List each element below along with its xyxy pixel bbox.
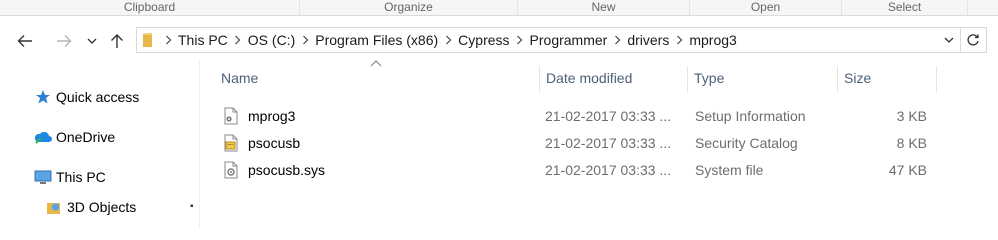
refresh-button[interactable] [960, 27, 987, 53]
file-name: mprog3 [248, 108, 296, 124]
chevron-right-icon[interactable] [669, 28, 689, 52]
arrow-right-icon [57, 35, 72, 47]
file-row[interactable]: mprog3 21-02-2017 03:33 ... Setup Inform… [215, 103, 939, 129]
ribbon-group-clipboard: Clipboard [0, 0, 300, 16]
ribbon-group-new: New [518, 0, 690, 16]
chevron-down-icon [87, 38, 97, 44]
breadcrumb-item-programmer[interactable]: Programmer [530, 32, 608, 48]
arrow-left-icon [17, 35, 32, 47]
computer-icon [33, 167, 53, 187]
ribbon-group-open: Open [690, 0, 842, 16]
file-date-modified: 21-02-2017 03:33 ... [545, 135, 672, 151]
file-size: 3 KB [896, 108, 927, 124]
file-type: Security Catalog [695, 135, 798, 151]
chevron-right-icon[interactable] [228, 28, 248, 52]
folder-icon [142, 32, 156, 48]
file-row[interactable]: psocusb 21-02-2017 03:33 ... Security Ca… [215, 130, 939, 156]
file-date-modified: 21-02-2017 03:33 ... [545, 108, 672, 124]
chevron-right-icon[interactable] [510, 28, 530, 52]
column-header-type[interactable]: Type [688, 66, 838, 92]
file-size: 8 KB [896, 135, 927, 151]
breadcrumb-item-os-c[interactable]: OS (C:) [248, 32, 295, 48]
refresh-icon [967, 34, 979, 46]
chevron-right-icon[interactable] [295, 28, 315, 52]
star-icon [33, 87, 53, 107]
breadcrumb: This PC OS (C:) Program Files (x86) Cypr… [142, 28, 737, 52]
file-type: Setup Information [695, 108, 806, 124]
back-button[interactable] [13, 31, 37, 51]
breadcrumb-item-cypress[interactable]: Cypress [458, 32, 509, 48]
column-header-date-modified[interactable]: Date modified [540, 66, 688, 92]
ribbon-group-select: Select [842, 0, 968, 16]
breadcrumb-item-this-pc[interactable]: This PC [178, 32, 228, 48]
file-date-modified: 21-02-2017 03:33 ... [545, 162, 672, 178]
file-name: psocusb.sys [248, 162, 326, 178]
chevron-right-icon[interactable] [438, 28, 458, 52]
up-button[interactable] [106, 31, 128, 51]
sidebar-item-label: Quick access [56, 89, 140, 105]
breadcrumb-item-mprog3[interactable]: mprog3 [689, 32, 736, 48]
sidebar-item-this-pc[interactable]: This PC [33, 166, 106, 188]
sidebar-item-label: OneDrive [56, 129, 116, 145]
file-size: 47 KB [888, 162, 927, 178]
column-header-name[interactable]: Name [215, 66, 540, 92]
security-catalog-file-icon [224, 134, 238, 152]
arrow-up-icon [111, 34, 123, 48]
cube-folder-icon [44, 197, 64, 217]
system-file-icon [224, 161, 238, 179]
sidebar-item-onedrive[interactable]: OneDrive [33, 126, 115, 148]
setup-info-file-icon [224, 107, 238, 125]
breadcrumb-item-drivers[interactable]: drivers [627, 32, 669, 48]
address-bar[interactable]: This PC OS (C:) Program Files (x86) Cypr… [136, 27, 961, 53]
recent-locations-button[interactable] [84, 31, 100, 51]
navigation-pane: Quick access OneDrive ▪ This PC 3D Objec… [0, 60, 200, 228]
sidebar-item-label: This PC [56, 169, 106, 185]
file-type: System file [695, 162, 764, 178]
sidebar-item-label: 3D Objects [67, 199, 137, 215]
address-history-button[interactable] [941, 32, 957, 48]
file-row[interactable]: psocusb.sys 21-02-2017 03:33 ... System … [215, 157, 939, 183]
sidebar-item-quick-access[interactable]: Quick access [33, 86, 139, 108]
column-header-size[interactable]: Size [838, 66, 937, 92]
chevron-down-icon [944, 37, 954, 43]
chevron-right-icon[interactable] [158, 28, 178, 52]
file-name: psocusb [248, 135, 301, 151]
pin-icon: ▪ [190, 201, 194, 212]
sidebar-item-3d-objects[interactable]: 3D Objects [44, 196, 136, 218]
breadcrumb-item-program-files-x86[interactable]: Program Files (x86) [315, 32, 438, 48]
forward-button[interactable] [52, 31, 76, 51]
ribbon-group-organize: Organize [300, 0, 518, 16]
chevron-right-icon[interactable] [607, 28, 627, 52]
ribbon-group-bar: Clipboard Organize New Open Select [0, 0, 998, 16]
cloud-icon [33, 127, 53, 147]
